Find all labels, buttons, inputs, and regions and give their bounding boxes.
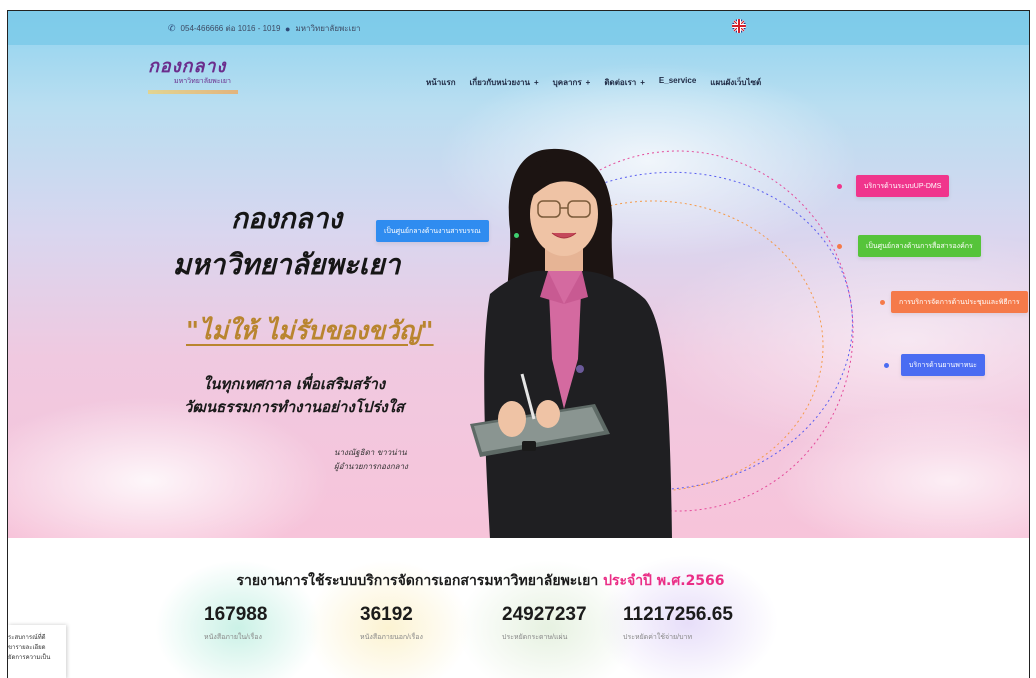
logo-title: กองกลาง	[148, 56, 227, 76]
orbit-dot	[880, 300, 885, 305]
hero-title-line2: มหาวิทยาลัยพะเยา	[172, 248, 401, 281]
stats-title: รายงานการใช้ระบบบริการจัดการเอกสารมหาวิท…	[236, 573, 725, 589]
nav-item-eservice[interactable]: E_service	[659, 76, 696, 89]
logo-underline	[148, 90, 238, 94]
stat-internal-docs: 167988 หนังสือภายใน/เรื่อง	[204, 604, 267, 643]
service-tag-vehicle[interactable]: บริการด้านยานพาหนะ	[901, 354, 985, 376]
site-logo[interactable]: กองกลาง มหาวิทยาลัยพะเยา	[148, 57, 243, 105]
popup-text-line: ขารายละเอียด	[8, 645, 46, 651]
orbit-dot	[514, 233, 519, 238]
browser-viewport: ✆ 054-466666 ต่อ 1016 - 1019 ● มหาวิทยาล…	[7, 10, 1030, 678]
phone-info[interactable]: ✆ 054-466666 ต่อ 1016 - 1019	[168, 22, 280, 35]
director-name: นางณัฐธิดา ขาวน่าน	[334, 448, 407, 457]
service-tag-updms[interactable]: บริการด้านระบบUP-DMS	[856, 175, 950, 197]
stat-value: 36192	[360, 604, 413, 625]
stat-label: ประหยัดกระดาษ/แผ่น	[502, 634, 568, 641]
expand-icon: +	[640, 78, 645, 87]
uk-flag-icon[interactable]	[732, 19, 746, 33]
hero-slogan: "ไม่ให้ ไม่รับของขวัญ"	[186, 316, 434, 345]
stat-value: 167988	[204, 604, 268, 625]
stats-title-year: ประจำปี พ.ศ.2566	[603, 573, 725, 589]
logo-subtitle: มหาวิทยาลัยพะเยา	[174, 78, 231, 85]
location-text: มหาวิทยาลัยพะเยา	[295, 24, 361, 33]
stats-section: รายงานการใช้ระบบบริการจัดการเอกสารมหาวิท…	[8, 538, 1029, 678]
stat-label: หนังสือภายใน/เรื่อง	[204, 634, 262, 641]
phone-text: 054-466666 ต่อ 1016 - 1019	[180, 24, 281, 33]
stat-value: 11217256.65	[623, 604, 733, 625]
nav-item-sitemap[interactable]: แผนผังเว็บไซต์	[710, 76, 761, 89]
stat-label: หนังสือภายนอก/เรื่อง	[360, 634, 423, 641]
stat-value: 24927237	[502, 604, 587, 625]
popup-text-line: ยัดการความเป็น	[8, 655, 51, 661]
stat-paper-saved: 24927237 ประหยัดกระดาษ/แผ่น	[502, 604, 587, 643]
orbit-dot	[837, 244, 842, 249]
orbit-dot	[884, 363, 889, 368]
cookie-consent-popup[interactable]: ระสบการณ์ที่ดี ขารายละเอียด ยัดการความเป…	[8, 625, 66, 678]
stat-label: ประหยัดค่าใช้จ่าย/บาท	[623, 634, 693, 641]
stat-cost-saved: 11217256.65 ประหยัดค่าใช้จ่าย/บาท	[623, 604, 733, 643]
director-title: ผู้อำนวยการกองกลาง	[334, 462, 408, 471]
hero-subtitle-line1: ในทุกเทศกาล เพื่อเสริมสร้าง	[202, 375, 386, 393]
orbit-dot	[837, 184, 842, 189]
main-nav: หน้าแรก เกี่ยวกับหน่วยงาน + บุคลากร + ติดต…	[426, 76, 761, 89]
location-info[interactable]: ● มหาวิทยาลัยพะเยา	[285, 22, 361, 35]
nav-item-contact[interactable]: ติดต่อเรา +	[604, 76, 645, 89]
director-portrait	[470, 148, 672, 539]
stat-external-docs: 36192 หนังสือภายนอก/เรื่อง	[360, 604, 423, 643]
expand-icon: +	[534, 78, 539, 87]
hero-section: ✆ 054-466666 ต่อ 1016 - 1019 ● มหาวิทยาล…	[8, 11, 1029, 539]
hero-subtitle-line2: วัฒนธรรมการทำงานอย่างโปร่งใส	[183, 398, 405, 416]
popup-text-line: ระสบการณ์ที่ดี	[8, 635, 46, 641]
nav-item-home[interactable]: หน้าแรก	[426, 76, 456, 89]
top-info-bar: ✆ 054-466666 ต่อ 1016 - 1019 ● มหาวิทยาล…	[8, 11, 1029, 45]
expand-icon: +	[585, 78, 591, 87]
service-tag-document[interactable]: เป็นศูนย์กลางด้านงานสารบรรณ	[376, 220, 489, 242]
service-tag-communication[interactable]: เป็นศูนย์กลางด้านการสื่อสารองค์กร	[858, 235, 981, 257]
nav-item-about[interactable]: เกี่ยวกับหน่วยงาน +	[470, 76, 539, 89]
phone-icon: ✆	[168, 23, 176, 33]
nav-item-personnel[interactable]: บุคลากร +	[553, 76, 591, 89]
location-pin-icon: ●	[285, 23, 291, 34]
service-tag-meeting[interactable]: การบริการจัดการด้านประชุมและพิธีการ	[891, 291, 1028, 313]
